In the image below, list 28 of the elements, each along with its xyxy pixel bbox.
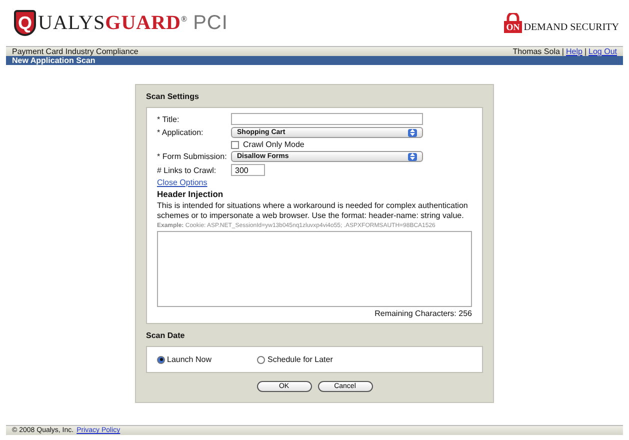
- header-textarea[interactable]: [157, 231, 472, 307]
- field-label: * Application:: [157, 128, 204, 137]
- page-title: New Application Scan: [6, 56, 623, 65]
- field-label: # Links to Crawl:: [157, 166, 218, 174]
- checkbox-label: Crawl Only Mode: [243, 140, 304, 149]
- field-label: * Form Submission:: [157, 152, 228, 161]
- radio-button[interactable]: [257, 356, 266, 364]
- radio-label: Schedule for Later: [267, 355, 333, 364]
- description-text: This is intended for situations where a workaround is needed for complex authentication schemes or to impersonate a web browser. Use the format: header-name: string value.: [157, 201, 469, 221]
- radio-label: Launch Now: [167, 355, 212, 364]
- section-heading: Scan Date: [146, 330, 186, 342]
- nav-title: Payment Card Industry Compliance: [12, 47, 138, 56]
- nav-link[interactable]: Help: [566, 47, 582, 56]
- user-links: Thomas Sola | Help | Log Out: [512, 47, 617, 56]
- radio-button[interactable]: [157, 356, 165, 364]
- title-input[interactable]: [231, 113, 423, 125]
- dropdown-arrow-icon: [408, 152, 417, 160]
- subsection-heading: Header Injection: [157, 189, 224, 199]
- dropdown-arrow-icon: [408, 128, 417, 136]
- field-label: * Title:: [157, 114, 180, 124]
- section-heading: Scan Settings: [146, 91, 200, 103]
- nav-link[interactable]: Log Out: [588, 47, 617, 56]
- remaining-characters: Remaining Characters: 256: [374, 309, 472, 318]
- close-options-link[interactable]: Close Options: [157, 178, 472, 187]
- partner-logo: ON DEMAND SECURITY: [504, 13, 619, 33]
- checkbox[interactable]: [231, 140, 239, 148]
- logo: Q UALYSGUARD$^{®}$ PCI: [14, 10, 228, 36]
- links-input[interactable]: 300: [231, 164, 265, 176]
